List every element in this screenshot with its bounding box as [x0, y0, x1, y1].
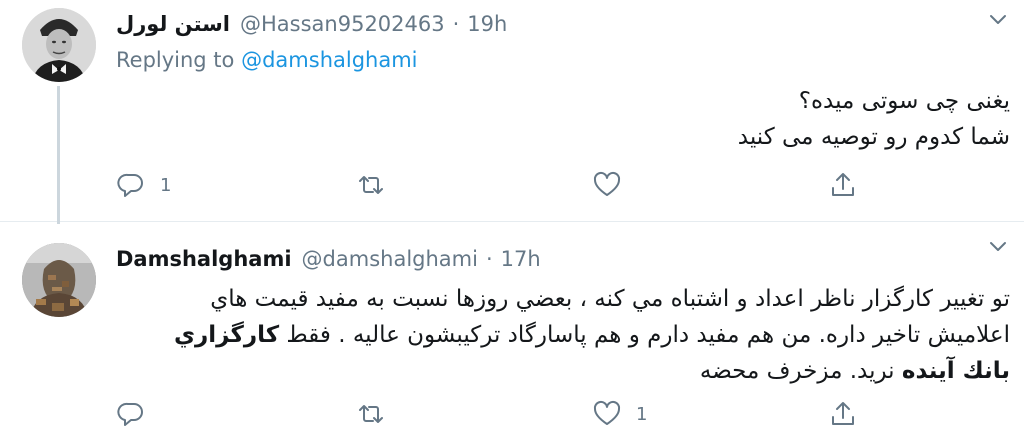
retweet-icon — [359, 405, 383, 423]
action-bar: 1 — [116, 399, 876, 429]
like-icon — [593, 400, 621, 425]
reply-button[interactable]: 1 — [116, 170, 171, 200]
tweet-text-line: يغنى چى سوتى ميده؟ — [798, 88, 1010, 114]
action-bar: 1 — [116, 170, 876, 200]
tweet-text-line: بانك آينده نريد. مزخرف محضه — [130, 353, 1010, 389]
separator: · — [452, 12, 460, 36]
chevron-down-icon[interactable] — [986, 8, 1010, 32]
display-name[interactable]: Damshalghami — [116, 247, 292, 271]
like-icon — [593, 171, 621, 196]
tweet-text-line: تو تغيير كارگزار ناظر اعداد و اشتباه مي … — [210, 286, 1010, 312]
tweet-text-bold: كارگزاري — [173, 322, 280, 348]
separator: · — [485, 247, 493, 271]
tweet-1[interactable]: استن لورل @Hassan95202463 · 19h Replying… — [0, 0, 1024, 224]
like-button[interactable]: 1 — [592, 399, 647, 429]
display-name[interactable]: استن لورل — [116, 12, 230, 36]
share-button[interactable] — [828, 170, 858, 200]
timestamp[interactable]: 17h — [501, 247, 541, 271]
retweet-button[interactable] — [356, 170, 400, 200]
tweet-text-segment: اعلاميش تاخير داره. من هم مفيد دارم و هم… — [279, 322, 1010, 348]
reply-icon — [117, 173, 143, 197]
tweet-text-line: شما كدوم رو توصيه مى كنيد — [737, 124, 1010, 150]
tweet-2[interactable]: Damshalghami @damshalghami · 17h تو تغيي… — [0, 223, 1024, 442]
reply-button[interactable] — [116, 399, 160, 429]
handle[interactable]: @Hassan95202463 — [240, 12, 445, 36]
avatar[interactable] — [22, 243, 96, 317]
reply-count: 1 — [160, 174, 172, 196]
reply-icon — [117, 402, 143, 426]
tweet-text: تو تغيير كارگزار ناظر اعداد و اشتباه مي … — [130, 281, 1010, 389]
share-icon — [832, 402, 854, 425]
tweet-header: Damshalghami @damshalghami · 17h — [116, 244, 541, 274]
replying-prefix: Replying to — [116, 48, 235, 72]
like-count: 1 — [636, 403, 648, 425]
timestamp[interactable]: 19h — [467, 12, 507, 36]
tweet-header: استن لورل @Hassan95202463 · 19h — [116, 9, 507, 39]
tweet-text-segment: نريد. مزخرف محضه — [699, 358, 902, 384]
retweet-icon — [359, 176, 383, 194]
tweet-text-bold: بانك آينده — [901, 358, 1010, 384]
share-button[interactable] — [828, 399, 858, 429]
mention-link[interactable]: @damshalghami — [241, 48, 417, 72]
tweet-text: يغنى چى سوتى ميده؟ شما كدوم رو توصيه مى … — [130, 83, 1010, 155]
tweet-text-line: اعلاميش تاخير داره. من هم مفيد دارم و هم… — [130, 317, 1010, 353]
share-icon — [832, 173, 854, 196]
like-button[interactable] — [592, 170, 636, 200]
chevron-down-icon[interactable] — [986, 235, 1010, 259]
avatar[interactable] — [22, 8, 96, 82]
handle[interactable]: @damshalghami — [302, 247, 478, 271]
replying-to: Replying to @damshalghami — [116, 48, 418, 72]
retweet-button[interactable] — [356, 399, 400, 429]
thread-line — [57, 86, 60, 224]
